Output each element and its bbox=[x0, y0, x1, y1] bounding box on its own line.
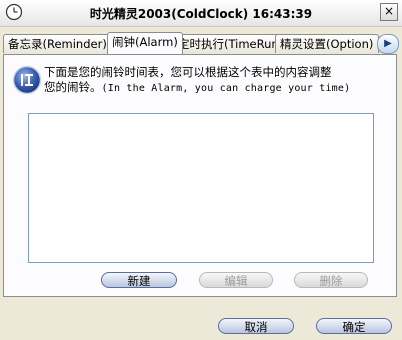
tab-alarm[interactable]: 闹钟(Alarm) bbox=[107, 32, 183, 54]
info-icon bbox=[12, 65, 42, 95]
tab-reminder[interactable]: 备忘录(Reminder) bbox=[3, 34, 119, 53]
description-line-2: 您的闹铃。(In the Alarm, you can charge your … bbox=[44, 80, 384, 96]
app-window: 时光精灵2003(ColdClock) 16:43:39 × 备忘录(Remin… bbox=[0, 0, 402, 340]
new-alarm-button[interactable]: 新建 bbox=[101, 272, 177, 288]
ok-button[interactable]: 确定 bbox=[316, 318, 392, 334]
title-bar: 时光精灵2003(ColdClock) 16:43:39 × bbox=[0, 0, 402, 27]
tab-option[interactable]: 精灵设置(Option) bbox=[275, 34, 379, 53]
tab-scroll-right-icon[interactable]: ▶ bbox=[377, 34, 399, 54]
description-cn: 您的闹铃。 bbox=[44, 80, 102, 94]
alarm-description: 下面是您的闹铃时间表，您可以根据这个表中的内容调整 您的闹铃。(In the A… bbox=[44, 65, 384, 96]
window-title: 时光精灵2003(ColdClock) 16:43:39 bbox=[89, 7, 313, 21]
description-en: (In the Alarm, you can charge your time) bbox=[101, 83, 351, 94]
delete-alarm-button[interactable]: 删除 bbox=[294, 272, 368, 288]
cancel-button[interactable]: 取消 bbox=[218, 318, 294, 334]
edit-alarm-button[interactable]: 编辑 bbox=[199, 272, 273, 288]
tab-timerun[interactable]: 定时执行(TimeRun) bbox=[173, 34, 281, 53]
alarm-panel: 下面是您的闹铃时间表，您可以根据这个表中的内容调整 您的闹铃。(In the A… bbox=[3, 54, 397, 297]
description-line-1: 下面是您的闹铃时间表，您可以根据这个表中的内容调整 bbox=[44, 65, 332, 79]
tab-strip: 备忘录(Reminder) 闹钟(Alarm) 定时执行(TimeRun) 精灵… bbox=[3, 32, 399, 54]
close-button[interactable]: × bbox=[380, 3, 398, 21]
alarm-list[interactable] bbox=[28, 113, 374, 263]
